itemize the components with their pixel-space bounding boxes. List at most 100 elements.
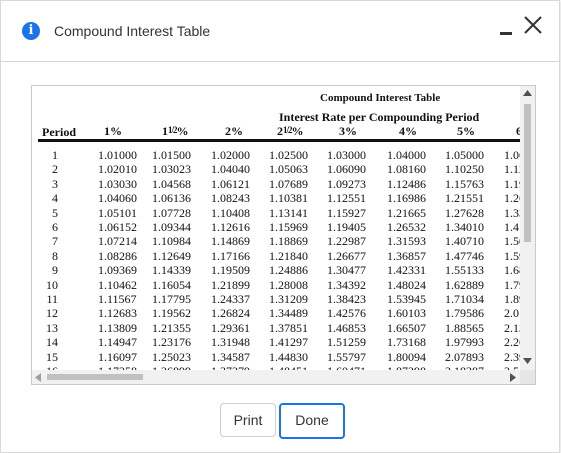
table-cell: 1.66507 xyxy=(387,320,426,335)
table-cell: 1.17795 xyxy=(152,292,191,306)
table-cell: 1.34587 xyxy=(211,349,250,364)
table-row: 13 1.13809 1.21355 1.29361 1.37851 1.46853 1.6… xyxy=(32,321,520,335)
table-cell: 1.08160 xyxy=(387,162,426,177)
table-cell: 1.12649 xyxy=(152,248,191,263)
table-cell: 1.51259 xyxy=(327,335,366,350)
table-row: 2 1.02010 1.03023 1.04040 1.05063 1.06090 1.08… xyxy=(32,162,520,176)
period-cell: 1 xyxy=(52,148,58,162)
table-cell: 1.89830 xyxy=(504,292,520,306)
table-row: 5 1.05101 1.07728 1.10408 1.13141 1.15927 1.21… xyxy=(32,206,520,220)
rate-heading: Interest Rate per Compounding Period xyxy=(279,110,480,124)
table-cell: 1.06000 xyxy=(504,148,520,162)
table-cell: 1.14339 xyxy=(152,263,191,278)
print-button[interactable]: Print xyxy=(220,403,276,437)
rate-header-fraction: 1/2 xyxy=(168,125,177,135)
table-cell: 1.26532 xyxy=(387,220,426,234)
table-cell: 1.26677 xyxy=(327,248,366,263)
table-cell: 1.42331 xyxy=(387,263,426,278)
horizontal-scroll-thumb[interactable] xyxy=(47,374,143,380)
period-column-header: Period xyxy=(42,125,76,139)
table-cell: 1.23176 xyxy=(152,335,191,350)
table-cell: 1.06152 xyxy=(98,220,137,234)
table-cell: 1.59385 xyxy=(504,248,520,263)
scroll-right-icon[interactable] xyxy=(510,373,516,382)
table-cell: 1.60103 xyxy=(387,306,426,321)
table-row: 12 1.12683 1.19562 1.26824 1.34489 1.42576 1.6… xyxy=(32,306,520,320)
table-row: 15 1.16097 1.25023 1.34587 1.44830 1.55797 1.8… xyxy=(32,350,520,364)
table-cell: 1.55797 xyxy=(327,349,366,364)
table-cell: 1.04040 xyxy=(211,162,250,177)
close-icon[interactable] xyxy=(522,14,544,36)
table-row: 10 1.10462 1.16054 1.21899 1.28008 1.34392 1.4… xyxy=(32,278,520,292)
table-cell: 1.13141 xyxy=(269,205,308,220)
table-cell: 1.24886 xyxy=(269,263,308,278)
minimize-icon[interactable] xyxy=(500,32,512,35)
table-cell: 1.19562 xyxy=(152,306,191,321)
table-cell: 1.12683 xyxy=(98,306,137,321)
rate-column-header: 1% xyxy=(104,124,122,139)
table-cell: 1.14947 xyxy=(98,335,137,350)
table-cell: 1.07728 xyxy=(152,205,191,220)
table-cell: 1.10408 xyxy=(211,205,250,220)
table-cell: 1.29361 xyxy=(211,320,250,335)
table-row: 14 1.14947 1.23176 1.31948 1.41297 1.51259 1.7… xyxy=(32,335,520,349)
compound-interest-dialog: i Compound Interest Table Compound Inter… xyxy=(0,0,560,453)
table-cell: 1.34392 xyxy=(327,277,366,292)
table-cell: 1.21355 xyxy=(152,320,191,335)
period-cell: 12 xyxy=(46,306,58,321)
table-cell: 1.27628 xyxy=(445,205,484,220)
vertical-scroll-thumb[interactable] xyxy=(524,104,531,242)
table-cell: 1.42576 xyxy=(327,306,366,321)
table-cell: 1.31209 xyxy=(269,292,308,306)
table-cell: 1.12486 xyxy=(387,176,426,191)
period-cell: 6 xyxy=(52,220,58,234)
table-cell: 1.21899 xyxy=(211,277,250,292)
table-cell: 1.09369 xyxy=(98,263,137,278)
scroll-up-icon[interactable] xyxy=(523,90,532,96)
table-cell: 1.46853 xyxy=(327,320,366,335)
scroll-down-icon[interactable] xyxy=(523,358,532,364)
table-cell: 1.13809 xyxy=(98,320,137,335)
table-cell: 1.05000 xyxy=(445,148,484,162)
table-cell: 1.16986 xyxy=(387,191,426,206)
table-row: 6 1.06152 1.09344 1.12616 1.15969 1.19405 1.26… xyxy=(32,220,520,234)
table-cell: 1.09344 xyxy=(152,220,191,234)
rate-header-fraction: 1/2 xyxy=(283,125,292,135)
table-cell: 1.02000 xyxy=(211,148,250,162)
period-cell: 8 xyxy=(52,248,58,263)
table-cell: 1.10250 xyxy=(445,162,484,177)
header-rule-thin xyxy=(38,141,520,142)
table-cell: 1.50363 xyxy=(504,234,520,249)
document-viewer[interactable]: Compound Interest Table Interest Rate pe… xyxy=(31,85,536,385)
table-cell: 1.09273 xyxy=(327,176,366,191)
table-row: 9 1.09369 1.14339 1.19509 1.24886 1.30477 1.42… xyxy=(32,263,520,277)
scroll-left-icon[interactable] xyxy=(35,373,41,382)
period-cell: 9 xyxy=(52,263,58,278)
period-cell: 11 xyxy=(46,292,58,306)
table-cell: 1.30477 xyxy=(327,263,366,278)
table-row: 4 1.04060 1.06136 1.08243 1.10381 1.12551 1.16… xyxy=(32,191,520,205)
table-cell: 1.10462 xyxy=(98,277,137,292)
table-cell: 1.03000 xyxy=(327,148,366,162)
table-cell: 2.39656 xyxy=(504,349,520,364)
table-cell: 1.11567 xyxy=(98,292,137,306)
table-row: 8 1.08286 1.12649 1.17166 1.21840 1.26677 1.36… xyxy=(32,249,520,263)
table-cell: 1.25023 xyxy=(152,349,191,364)
rate-header-percent: % xyxy=(231,124,243,138)
rate-header-percent: % xyxy=(463,124,475,138)
table-cell: 1.19102 xyxy=(504,176,520,191)
period-cell: 3 xyxy=(52,176,58,191)
rate-column-header: 2% xyxy=(225,124,243,139)
table-cell: 1.48024 xyxy=(387,277,426,292)
table-cell: 1.04568 xyxy=(152,176,191,191)
table-cell: 2.26090 xyxy=(504,335,520,350)
table-cell: 1.88565 xyxy=(445,320,484,335)
table-cell: 1.22987 xyxy=(327,234,366,249)
table-cell: 1.24337 xyxy=(211,292,250,306)
table-cell: 1.12360 xyxy=(504,162,520,177)
done-button[interactable]: Done xyxy=(279,403,345,439)
table-cell: 1.15927 xyxy=(327,205,366,220)
table-cell: 1.08243 xyxy=(211,191,250,206)
table-cell: 1.12616 xyxy=(211,220,250,234)
table-cell: 1.21665 xyxy=(387,205,426,220)
